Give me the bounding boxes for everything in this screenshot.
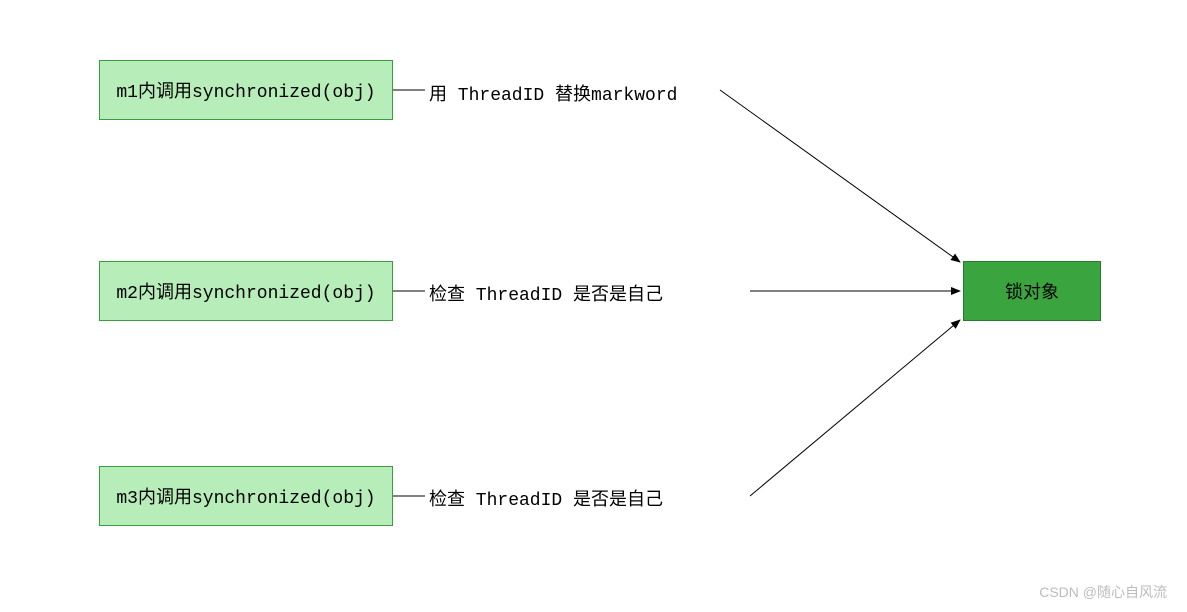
edge-label-m3: 检查 ThreadID 是否是自己 (429, 485, 663, 511)
node-m3: m3内调用synchronized(obj) (99, 466, 393, 526)
node-m1-label: m1内调用synchronized(obj) (116, 77, 375, 103)
node-m1: m1内调用synchronized(obj) (99, 60, 393, 120)
edge-label-m2: 检查 ThreadID 是否是自己 (429, 280, 663, 306)
node-lock-label: 锁对象 (1005, 278, 1059, 304)
node-m3-label: m3内调用synchronized(obj) (116, 483, 375, 509)
node-m2-label: m2内调用synchronized(obj) (116, 278, 375, 304)
edge-label-m1: 用 ThreadID 替换markword (429, 80, 677, 106)
node-m2: m2内调用synchronized(obj) (99, 261, 393, 321)
node-lock: 锁对象 (963, 261, 1101, 321)
watermark: CSDN @随心自风流 (1039, 582, 1167, 602)
arrow-m1-lock (720, 90, 960, 262)
arrow-m3-lock (750, 320, 960, 496)
